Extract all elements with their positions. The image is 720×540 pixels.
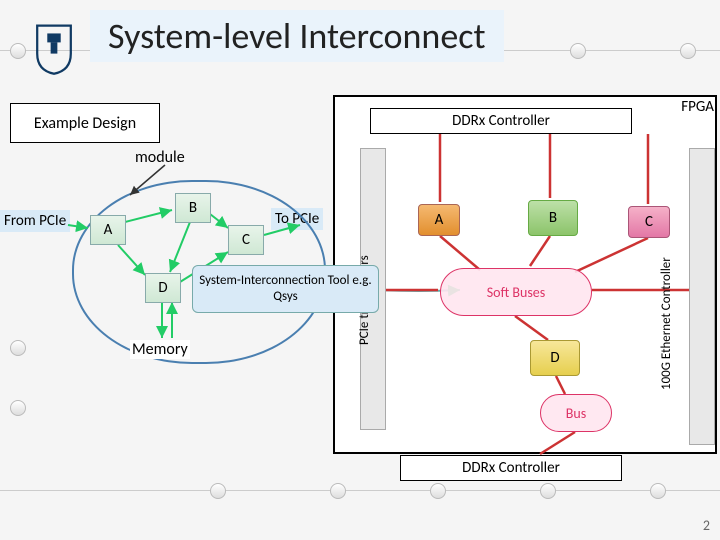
module-label: module bbox=[135, 148, 185, 167]
fpga-block-a: A bbox=[418, 204, 460, 236]
slide-number: 2 bbox=[703, 517, 710, 534]
fpga-block-c: C bbox=[628, 206, 670, 238]
bus-cloud: Bus bbox=[540, 394, 612, 432]
qsys-callout: System-Interconnection Tool e.g. Qsys bbox=[192, 265, 379, 313]
soft-buses-cloud: Soft Buses bbox=[440, 268, 592, 316]
module-block-a: A bbox=[90, 215, 126, 245]
memory-label: Memory bbox=[130, 340, 190, 359]
module-block-d: D bbox=[145, 273, 181, 303]
ddr-controller-bottom: DDRx Controller bbox=[400, 455, 622, 481]
fpga-block-b: B bbox=[528, 200, 578, 236]
from-pcie-label: From PCIe bbox=[0, 210, 70, 232]
fpga-block-d: D bbox=[530, 340, 580, 376]
ethernet-controller-bar bbox=[689, 148, 715, 445]
ethernet-controller-label: 100G Ethernet Controller bbox=[659, 257, 674, 390]
module-block-c: C bbox=[228, 225, 264, 255]
slide-title: System-level Interconnect bbox=[90, 10, 504, 62]
ddr-controller-top: DDRx Controller bbox=[370, 108, 632, 134]
module-block-b: B bbox=[175, 193, 211, 223]
fpga-label: FPGA bbox=[681, 98, 714, 116]
example-design-label-box: Example Design bbox=[10, 103, 160, 143]
university-crest-icon bbox=[30, 20, 78, 76]
